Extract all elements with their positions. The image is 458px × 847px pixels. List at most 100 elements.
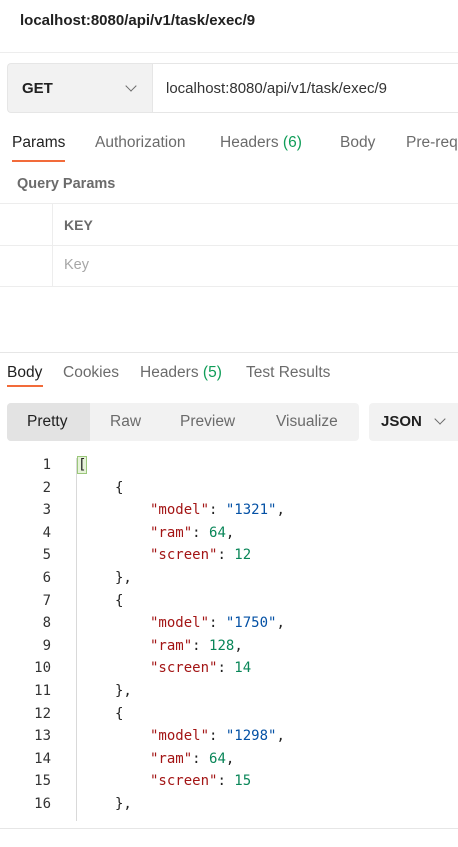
line-number: 8	[42, 615, 51, 632]
line-number: 14	[34, 750, 51, 767]
code-token: {	[115, 705, 124, 722]
query-params-title: Query Params	[17, 176, 116, 192]
code-text: "model": "1321",	[150, 502, 285, 518]
code-text: [	[76, 456, 88, 474]
code-line: 1[	[0, 456, 458, 479]
tab-response-headers-count: (5)	[202, 364, 222, 381]
code-token: [	[76, 456, 88, 474]
view-pretty-button[interactable]: Pretty	[27, 413, 67, 431]
tab-headers-count: (6)	[282, 134, 302, 151]
code-line: 4 "ram": 64,	[0, 524, 458, 547]
line-number: 6	[42, 570, 51, 586]
view-raw-button[interactable]: Raw	[110, 413, 141, 431]
format-select[interactable]: JSON	[369, 403, 458, 441]
code-token: "screen"	[150, 773, 218, 790]
chevron-down-icon	[434, 413, 446, 425]
code-token: },	[115, 683, 132, 699]
code-token: ,	[234, 637, 243, 654]
code-token: :	[192, 750, 210, 767]
line-number: 3	[42, 502, 51, 519]
tab-response-body[interactable]: Body	[7, 364, 42, 382]
code-line: 13 "model": "1298",	[0, 727, 458, 750]
code-line: 3 "model": "1321",	[0, 501, 458, 524]
code-text: "screen": 14	[150, 660, 251, 676]
code-token: "model"	[150, 728, 210, 745]
line-number: 12	[34, 705, 51, 722]
tab-headers[interactable]: Headers (6)	[220, 134, 302, 152]
tab-body[interactable]: Body	[340, 134, 375, 152]
code-token: ,	[276, 728, 285, 745]
view-preview-button[interactable]: Preview	[180, 413, 235, 431]
code-token: :	[209, 728, 226, 745]
request-title[interactable]: localhost:8080/api/v1/task/exec/9	[20, 12, 255, 29]
line-number: 4	[42, 524, 51, 541]
code-token: :	[209, 615, 226, 632]
code-token: 12	[234, 547, 252, 564]
code-token: ,	[276, 502, 285, 519]
code-token: ,	[225, 750, 235, 767]
code-text: "ram": 64,	[150, 525, 234, 541]
code-line: 15 "screen": 15	[0, 772, 458, 795]
line-number: 13	[34, 728, 51, 745]
code-line: 10 "screen": 14	[0, 659, 458, 682]
code-token: "screen"	[150, 547, 218, 564]
code-line: 7{	[0, 592, 458, 615]
line-number: 16	[34, 796, 51, 812]
line-number: 15	[34, 773, 51, 790]
line-number: 5	[42, 547, 51, 564]
divider	[0, 828, 458, 829]
tab-authorization[interactable]: Authorization	[95, 134, 185, 152]
format-label: JSON	[381, 413, 422, 430]
code-text: "model": "1750",	[150, 615, 285, 631]
tab-cookies[interactable]: Cookies	[63, 364, 119, 382]
code-token: {	[115, 592, 124, 609]
code-text: },	[115, 570, 132, 586]
code-text: "ram": 128,	[150, 638, 243, 654]
code-text: },	[115, 796, 132, 812]
tab-response-headers[interactable]: Headers (5)	[140, 364, 222, 382]
code-token: :	[217, 660, 235, 677]
tab-pre-request[interactable]: Pre-req	[406, 134, 458, 152]
divider	[0, 245, 458, 246]
code-line: 5 "screen": 12	[0, 546, 458, 569]
code-token: :	[209, 502, 226, 519]
method-select[interactable]: GET	[7, 63, 152, 113]
code-line: 2{	[0, 479, 458, 502]
code-token: 64	[209, 750, 226, 767]
method-label: GET	[22, 80, 53, 97]
response-divider[interactable]	[0, 352, 458, 353]
view-visualize-button[interactable]: Visualize	[276, 413, 338, 431]
code-line: 14 "ram": 64,	[0, 750, 458, 773]
code-token: },	[115, 570, 132, 586]
code-token: 64	[209, 524, 226, 541]
code-token: },	[115, 796, 132, 812]
tab-headers-label: Headers	[220, 134, 279, 151]
code-text: {	[115, 480, 123, 496]
code-token: "ram"	[150, 637, 193, 654]
code-token: "model"	[150, 615, 210, 632]
code-line: 6},	[0, 569, 458, 592]
code-token: ,	[276, 615, 285, 632]
divider	[0, 52, 458, 53]
line-number: 10	[34, 660, 51, 677]
code-token: :	[192, 637, 210, 654]
code-text: "screen": 12	[150, 547, 251, 563]
tab-response-headers-label: Headers	[140, 364, 199, 381]
code-token: "1750"	[225, 615, 277, 632]
code-text: },	[115, 683, 132, 699]
line-number: 2	[42, 479, 51, 496]
tab-params[interactable]: Params	[12, 134, 65, 152]
code-token: "ram"	[150, 524, 193, 541]
active-tab-indicator	[12, 160, 65, 162]
line-number: 11	[34, 683, 51, 699]
tab-test-results[interactable]: Test Results	[246, 364, 330, 382]
url-input[interactable]: localhost:8080/api/v1/task/exec/9	[152, 63, 458, 113]
code-text: "model": "1298",	[150, 728, 285, 744]
code-token: "screen"	[150, 660, 218, 677]
divider	[0, 286, 458, 287]
code-text: {	[115, 593, 123, 609]
code-line: 16},	[0, 795, 458, 818]
key-input[interactable]: Key	[64, 257, 89, 273]
code-text: {	[115, 706, 123, 722]
chevron-down-icon	[125, 80, 137, 92]
